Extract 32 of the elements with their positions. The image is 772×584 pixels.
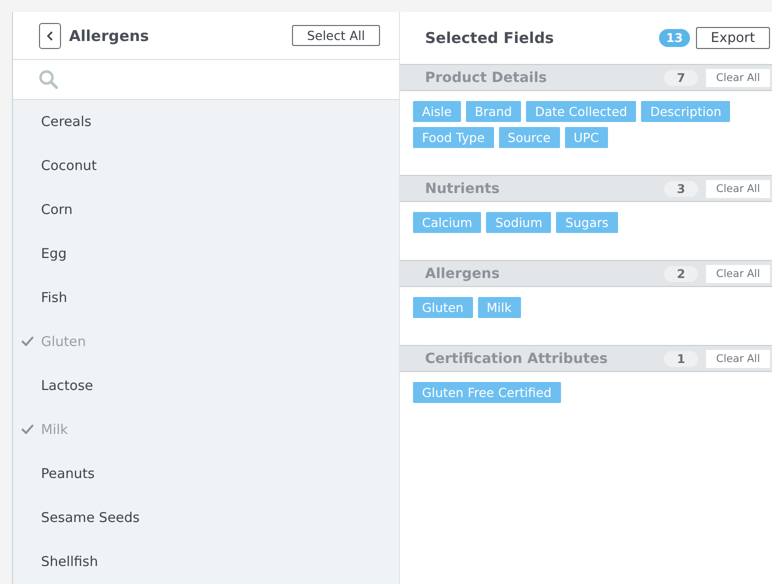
back-button[interactable] [39,22,61,49]
list-item[interactable]: Coconut [13,144,399,188]
section-title: Allergens [425,266,501,282]
list-item[interactable]: Fish [13,276,399,320]
list-item[interactable]: Milk [13,408,399,452]
list-item[interactable]: Shellfish [13,540,399,584]
clear-all-button[interactable]: Clear All [706,180,770,198]
list-item[interactable]: Corn [13,188,399,232]
export-button[interactable]: Export [696,27,770,49]
section-title: Nutrients [425,180,501,196]
check-icon [21,336,34,346]
list-item[interactable]: Sesame Seeds [13,496,399,540]
check-icon [21,424,34,434]
section-title: Product Details [425,70,548,86]
panel-title: Selected Fields [425,29,555,47]
clear-all-button[interactable]: Clear All [706,68,770,86]
count-badge: 1 [664,350,698,366]
count-badge: 13 [659,29,690,47]
panel-title: Allergens [69,26,150,45]
list-item[interactable]: Gluten [13,320,399,364]
section-title: Certification Attributes [425,350,609,366]
select-all-button[interactable]: Select All [292,25,380,46]
list-item[interactable]: Lactose [13,364,399,408]
list-item[interactable]: Egg [13,232,399,276]
count-badge: 3 [664,180,698,196]
count-badge: 2 [664,266,698,282]
list-item[interactable]: Cereals [13,100,399,144]
clear-all-button[interactable]: Clear All [706,350,770,368]
clear-all-button[interactable]: Clear All [706,264,770,282]
back-icon [46,30,54,41]
list-item[interactable]: Peanuts [13,452,399,496]
count-badge: 7 [664,70,698,86]
